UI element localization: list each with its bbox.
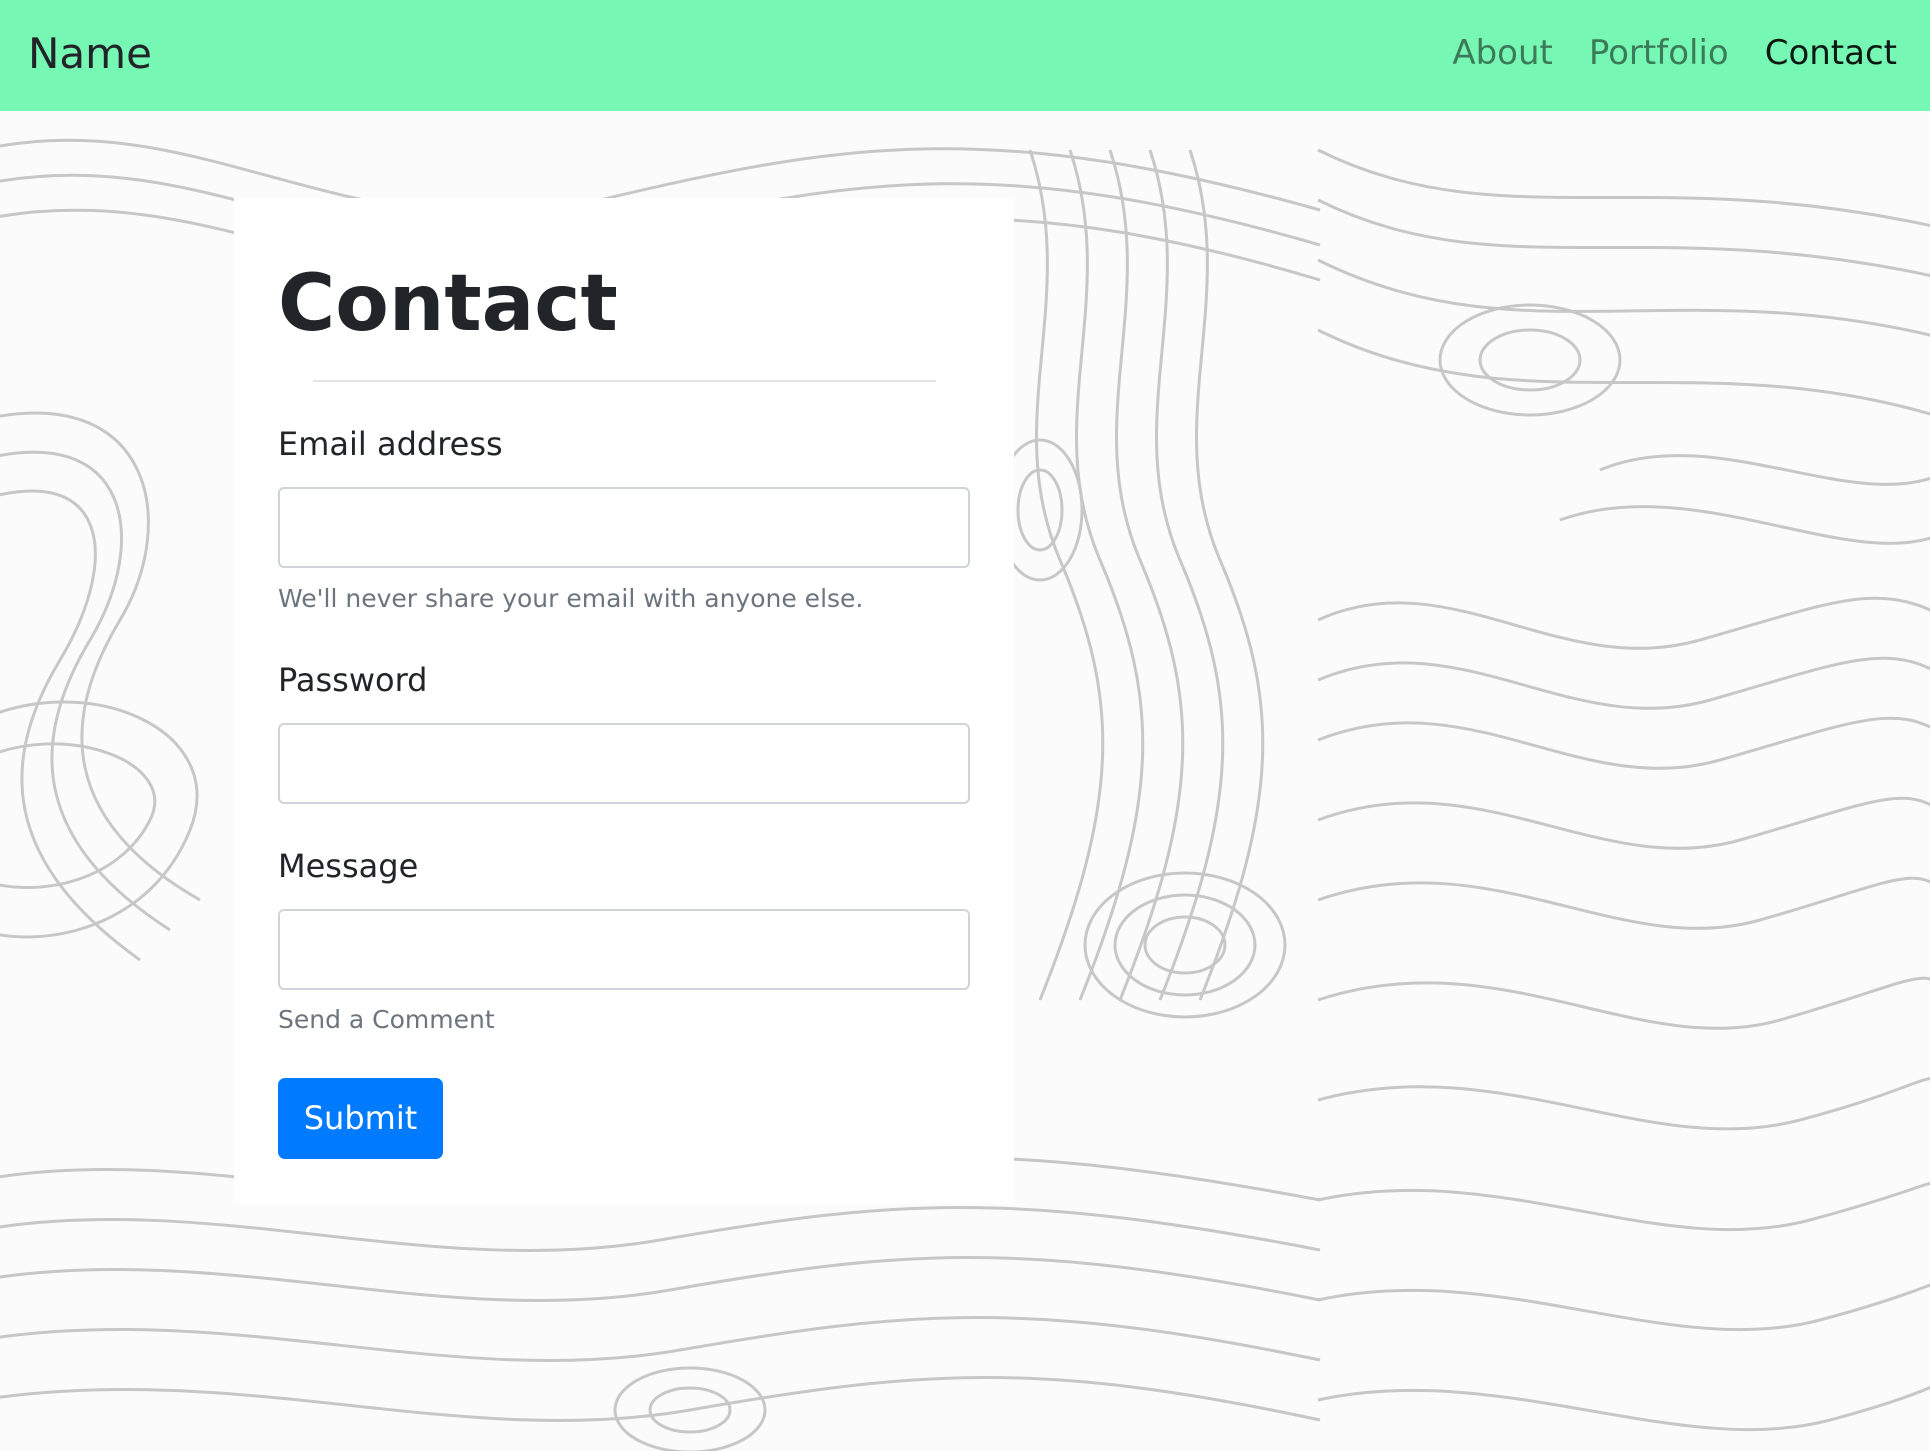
- email-help-text: We'll never share your email with anyone…: [278, 584, 864, 613]
- message-label: Message: [278, 847, 419, 885]
- email-label: Email address: [278, 425, 503, 463]
- nav-link-portfolio[interactable]: Portfolio: [1589, 30, 1729, 76]
- message-field[interactable]: [278, 909, 970, 990]
- title-divider: [313, 380, 936, 382]
- email-field[interactable]: [278, 487, 970, 568]
- submit-button[interactable]: Submit: [278, 1078, 443, 1159]
- password-label: Password: [278, 661, 428, 699]
- nav-link-about[interactable]: About: [1452, 30, 1553, 76]
- page-title: Contact: [278, 259, 618, 349]
- nav-link-contact[interactable]: Contact: [1765, 30, 1897, 76]
- password-field[interactable]: [278, 723, 970, 804]
- nav-links: About Portfolio Contact: [1452, 30, 1897, 76]
- contact-card: Contact Email address We'll never share …: [234, 198, 1014, 1204]
- message-help-text: Send a Comment: [278, 1005, 495, 1034]
- navbar-brand[interactable]: Name: [28, 28, 152, 80]
- navbar: Name About Portfolio Contact: [0, 0, 1930, 111]
